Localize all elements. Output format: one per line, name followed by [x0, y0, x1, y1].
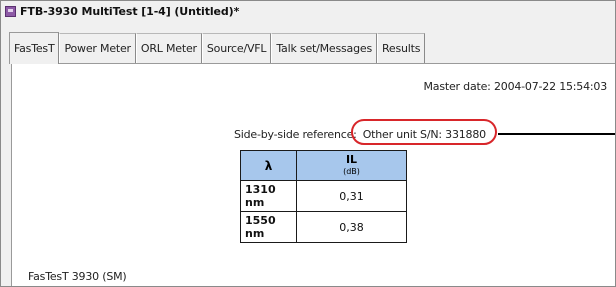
loss-header-unit: (dB) — [343, 167, 360, 176]
table-row: 1310 nm 0,31 — [240, 180, 407, 212]
window-title: FTB-3930 MultiTest [1-4] (Untitled)* — [20, 4, 240, 18]
tab-orl-meter[interactable]: ORL Meter — [135, 33, 202, 63]
app-window: FTB-3930 MultiTest [1-4] (Untitled)* Fas… — [0, 0, 616, 287]
master-date: Master date: 2004-07-22 15:54:03 — [423, 80, 608, 93]
loss-cell: 0,38 — [296, 211, 407, 243]
wavelength-cell: 1310 nm — [240, 180, 297, 212]
tab-power-meter[interactable]: Power Meter — [59, 33, 136, 63]
results-table: λ IL (dB) 1310 nm 0,31 1550 nm 0,38 — [240, 150, 407, 243]
loss-header: IL (dB) — [296, 150, 407, 181]
report-panel: Master date: 2004-07-22 15:54:03 Side-by… — [11, 63, 615, 286]
app-icon[interactable] — [5, 5, 16, 17]
tab-strip: FasTesT Power Meter ORL Meter Source/VFL… — [9, 31, 426, 64]
reference-label: Side-by-side reference: — [234, 128, 357, 141]
loss-cell: 0,31 — [296, 180, 407, 212]
wavelength-cell: 1550 nm — [240, 211, 297, 243]
tab-results[interactable]: Results — [376, 33, 426, 63]
table-row: 1550 nm 0,38 — [240, 211, 407, 243]
tab-source-vfl[interactable]: Source/VFL — [201, 33, 272, 63]
wavelength-header: λ — [240, 150, 297, 181]
loss-header-label: IL — [345, 153, 358, 166]
footer-label: FasTesT 3930 (SM) — [28, 270, 127, 283]
callout-pointer-line — [498, 133, 615, 135]
tab-fastest[interactable]: FasTesT — [9, 32, 60, 64]
tab-talk-set-messages[interactable]: Talk set/Messages — [271, 33, 377, 63]
title-bar[interactable]: FTB-3930 MultiTest [1-4] (Untitled)* — [1, 1, 615, 21]
highlight-callout — [351, 119, 497, 145]
table-header-row: λ IL (dB) — [240, 150, 407, 181]
